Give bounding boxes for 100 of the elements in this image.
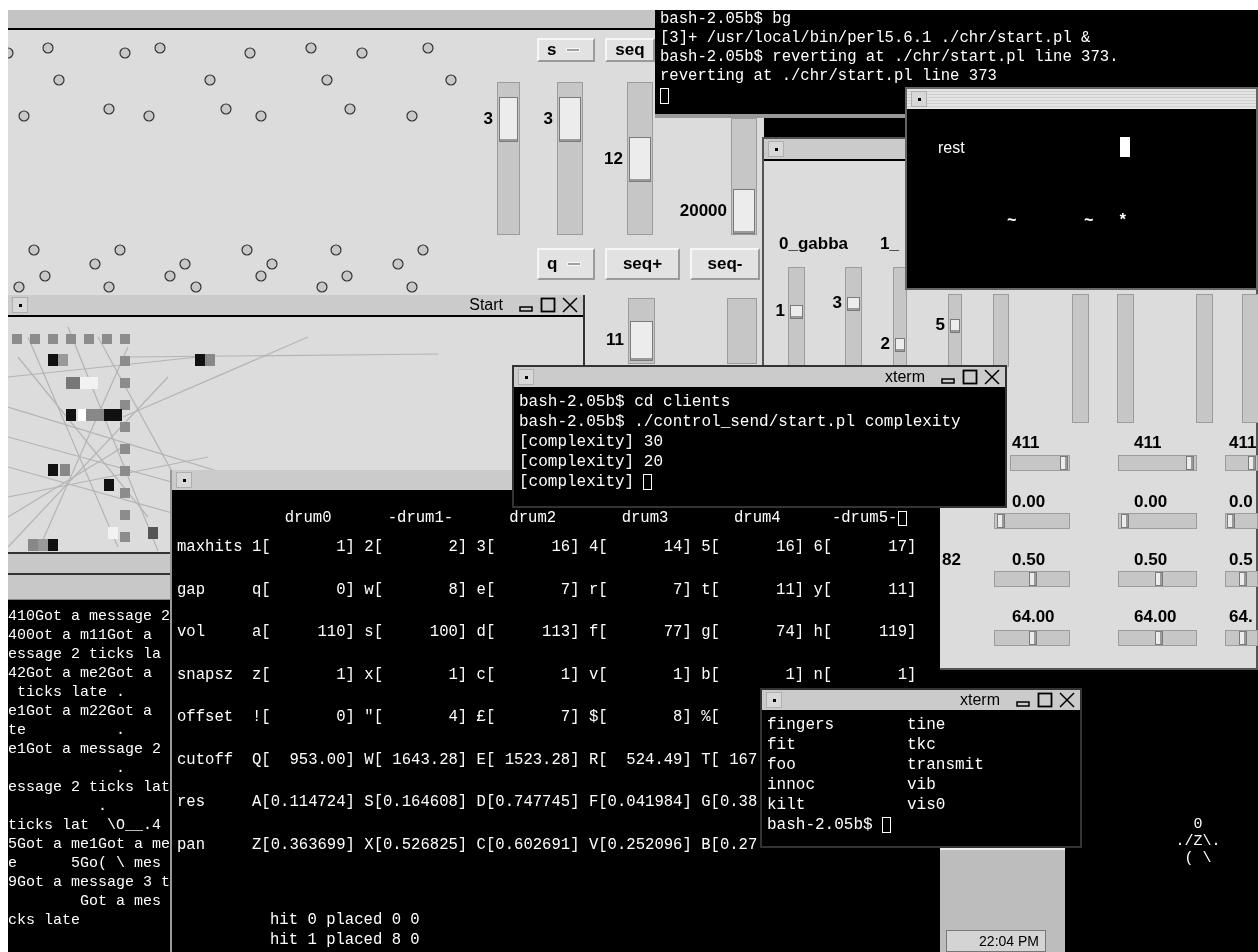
slider-value: 3	[832, 293, 842, 314]
parameter-value: 0.00	[1134, 492, 1168, 512]
slider-thumb[interactable]	[1154, 572, 1163, 586]
push-button[interactable]: seq-	[690, 248, 760, 280]
slider-thumb[interactable]	[790, 305, 803, 320]
slider-thumb[interactable]	[499, 97, 518, 143]
file-name: fingers	[767, 715, 836, 735]
slider-thumb[interactable]	[895, 338, 905, 353]
node-square	[60, 464, 70, 476]
close-icon[interactable]	[561, 296, 579, 314]
node-square	[120, 444, 130, 454]
parameter-value: n[ 1]	[813, 665, 917, 684]
window-menu-icon[interactable]	[768, 141, 784, 157]
cursor-icon	[660, 88, 669, 104]
window-title: Start	[469, 295, 503, 315]
close-icon[interactable]	[983, 368, 1001, 386]
close-icon[interactable]	[1058, 691, 1076, 709]
slider-value: 11	[606, 329, 624, 350]
parameter-value: 1[ 1]	[252, 538, 355, 556]
parameter-value: z[ 1]	[252, 665, 355, 684]
parameter-value: e[ 7]	[476, 580, 580, 599]
slider-thumb[interactable]	[733, 189, 755, 234]
slider-thumb[interactable]	[1248, 456, 1256, 470]
window-menu-icon[interactable]	[12, 297, 28, 313]
window-menu-icon[interactable]	[176, 472, 192, 488]
parameter-value: Z[0.363699]	[252, 835, 355, 854]
slider-thumb[interactable]	[629, 137, 651, 182]
channel-label: 0_gabba	[779, 234, 848, 254]
terminal-line: 9Got a message 3 t	[8, 873, 170, 892]
slider-thumb[interactable]	[1227, 514, 1235, 528]
terminal-line: 42Got a me2Got a	[8, 664, 154, 683]
parameter-value: b[ 1]	[701, 665, 805, 684]
column-header: drum4	[733, 508, 781, 528]
slider-thumb[interactable]	[1186, 456, 1195, 470]
row-label: pan	[177, 834, 207, 855]
clock: 22:04 PM	[946, 930, 1046, 952]
parameter-value: x[ 1]	[364, 665, 468, 684]
slider-thumb[interactable]	[847, 297, 860, 312]
window-menu-icon[interactable]	[766, 692, 782, 708]
node-square	[66, 409, 76, 421]
slider-thumb[interactable]	[1060, 456, 1068, 470]
node-square	[120, 488, 130, 498]
parameter-value: f[ 77]	[588, 623, 692, 641]
parameter-value: A[0.114724]	[252, 793, 355, 811]
column-header: -drum5-	[831, 508, 898, 528]
node-square	[205, 354, 215, 366]
slider-value: 1	[775, 301, 785, 322]
node-square	[120, 510, 130, 520]
window-menu-icon[interactable]	[518, 369, 534, 385]
terminal-line: reverting at ./chr/start.pl line 373	[660, 67, 998, 86]
terminal-line: .	[115, 759, 127, 778]
maximize-icon[interactable]	[961, 368, 979, 386]
parameter-value: 3[ 16]	[476, 538, 580, 556]
terminal-line: [complexity] 30	[519, 432, 664, 452]
option-menu-button[interactable]: s	[537, 38, 595, 62]
window-title: xterm	[960, 690, 1000, 710]
row-label: vol	[177, 622, 207, 642]
slider-thumb[interactable]	[997, 514, 1006, 528]
terminal-line: e 5Go( \ mes	[8, 854, 163, 873]
node-square	[108, 527, 118, 539]
terminal-line: essage 2 ticks lat	[8, 778, 170, 797]
column-header: -drum1-	[387, 508, 454, 528]
cursor-icon	[1120, 137, 1130, 157]
marker-text: ~	[1007, 211, 1017, 231]
slider-thumb[interactable]	[630, 320, 653, 361]
terminal-line: Got a mes	[79, 892, 163, 911]
column-header: drum2	[509, 508, 557, 528]
slider-thumb[interactable]	[1121, 514, 1130, 528]
slider-thumb[interactable]	[559, 97, 581, 143]
terminal-line: e1Got a message 2	[8, 740, 163, 759]
node-square	[120, 532, 130, 542]
status-text: rest	[938, 138, 965, 158]
maximize-icon[interactable]	[1036, 691, 1054, 709]
slider-thumb[interactable]	[1238, 572, 1247, 586]
option-menu-button[interactable]: q	[537, 248, 595, 280]
node-square	[195, 354, 205, 366]
parameter-value: 64.00	[1012, 607, 1055, 627]
slider-thumb[interactable]	[1238, 631, 1247, 645]
slider-value: 5	[935, 315, 945, 335]
slider-thumb[interactable]	[950, 319, 960, 333]
menu-indicator-icon	[567, 262, 582, 266]
maximize-icon[interactable]	[539, 296, 557, 314]
window-menu-icon[interactable]	[911, 91, 927, 107]
node-square	[66, 334, 76, 344]
terminal-line: hit 1 placed 8 0	[270, 930, 420, 950]
slider-value: 2	[880, 334, 890, 355]
terminal-line: .	[97, 797, 109, 816]
channel-label: 1_	[880, 234, 899, 254]
window-title: xterm	[885, 367, 925, 387]
push-button[interactable]: seq	[605, 38, 655, 62]
file-name: tine	[907, 715, 947, 735]
terminal-line: cks late	[8, 911, 81, 930]
parameter-value: y[ 11]	[813, 580, 917, 599]
slider-thumb[interactable]	[1029, 572, 1037, 586]
push-button[interactable]: seq+	[605, 248, 680, 280]
parameter-value: 2[ 2]	[364, 538, 468, 556]
parameter-value: 411	[1134, 433, 1162, 453]
node-square	[120, 466, 130, 476]
slider-thumb[interactable]	[1029, 631, 1037, 645]
slider-thumb[interactable]	[1154, 631, 1163, 645]
